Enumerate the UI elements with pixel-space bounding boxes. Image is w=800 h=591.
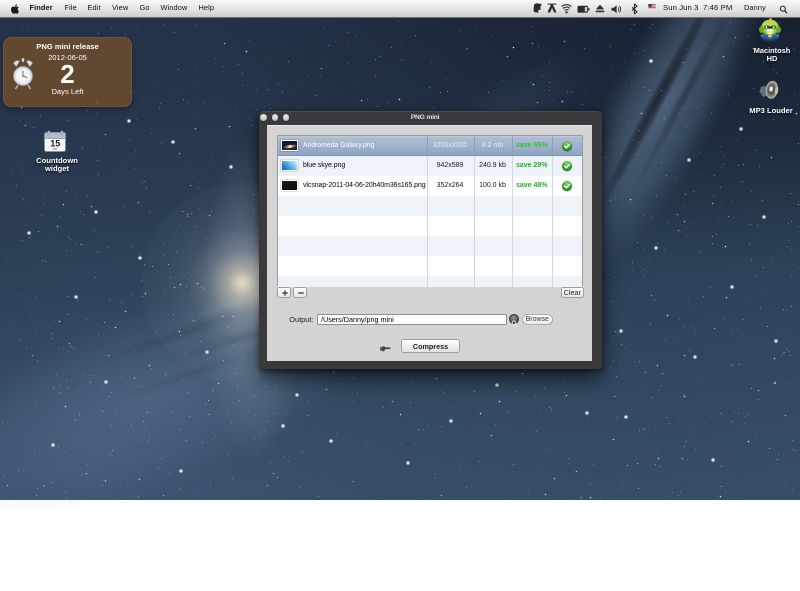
svg-text:MAY: MAY [52, 147, 58, 151]
svg-text:15: 15 [50, 139, 60, 149]
